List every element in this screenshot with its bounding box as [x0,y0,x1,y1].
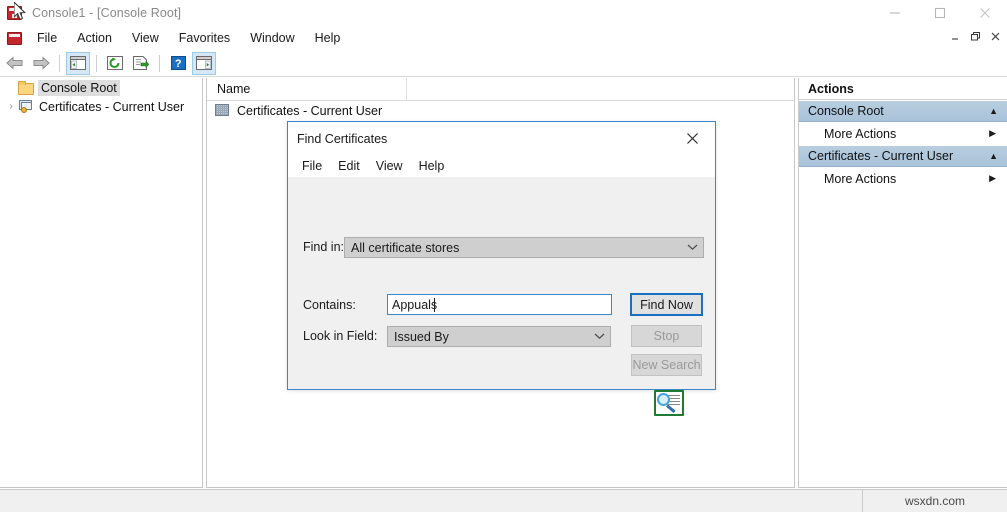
chevron-down-icon [594,332,605,342]
window-title: Console1 - [Console Root] [32,6,182,20]
list-header: Name [207,78,794,101]
menu-help[interactable]: Help [306,28,350,48]
mmc-small-icon [4,29,26,47]
certificate-icon [18,99,34,114]
menu-favorites[interactable]: Favorites [170,28,239,48]
tree-item-label: Certificates - Current User [39,99,185,114]
back-arrow-icon[interactable] [3,52,27,75]
show-hide-action-pane-icon[interactable] [192,51,216,75]
find-in-combobox[interactable]: All certificate stores [344,237,704,258]
chevron-right-icon: ▶ [989,128,996,138]
dialog-menu-view[interactable]: View [368,157,411,175]
minimize-icon[interactable] [872,0,917,26]
refresh-icon[interactable] [103,52,127,75]
new-search-label: New Search [632,358,701,372]
stop-button: Stop [631,325,702,347]
column-header-name[interactable]: Name [207,78,407,101]
look-in-field-label-wrap: Look in Field: [303,329,377,343]
actions-group-console-root[interactable]: Console Root ▲ [799,100,1007,122]
menu-bar: File Action View Favorites Window Help [0,26,1007,50]
find-now-label: Find Now [640,297,693,312]
find-in-label: Find in: [303,240,344,254]
mdi-window-controls [945,27,1005,47]
status-bar-right-text: wsxdn.com [862,489,1007,512]
menu-action[interactable]: Action [68,28,121,48]
export-list-icon[interactable] [129,52,153,75]
dialog-menu-help[interactable]: Help [411,157,453,175]
contains-label-wrap: Contains: [303,298,356,312]
close-icon[interactable] [962,0,1007,26]
show-hide-console-tree-icon[interactable] [66,51,90,75]
actions-group-certificates-current-user[interactable]: Certificates - Current User ▲ [799,145,1007,167]
action-item-more-actions[interactable]: More Actions ▶ [799,122,1007,145]
folder-icon [18,81,34,95]
contains-label: Contains: [303,298,356,312]
look-in-field-label: Look in Field: [303,329,378,343]
contains-input[interactable]: Appuals [387,294,612,315]
chevron-right-icon[interactable]: › [4,101,18,112]
window-controls [872,0,1007,26]
look-in-field-value: Issued By [394,329,449,344]
console-tree-pane: Console Root › Certificates - Current Us… [0,78,203,488]
window-titlebar: Console1 - [Console Root] [0,0,1007,26]
mmc-console-window: Console1 - [Console Root] File Action Vi… [0,0,1007,512]
chevron-right-icon: ▶ [989,173,996,183]
find-certificate-icon [654,390,684,416]
look-in-field-combobox[interactable]: Issued By [387,326,611,347]
chevron-down-icon [687,243,698,253]
find-in-value: All certificate stores [351,240,460,255]
dialog-menu-edit[interactable]: Edit [330,157,368,175]
find-certificates-dialog: Find Certificates File Edit View Help Fi… [287,121,716,416]
dialog-body: Find in: All certificate stores Contains… [288,177,715,416]
dialog-menu-file[interactable]: File [294,157,330,175]
menu-view[interactable]: View [123,28,168,48]
forward-arrow-icon[interactable] [29,52,53,75]
mdi-minimize-icon[interactable] [946,27,965,46]
actions-pane: Actions Console Root ▲ More Actions ▶ Ce… [798,78,1007,488]
tree-item-certificates-current-user[interactable]: › Certificates - Current User [0,97,202,116]
dialog-menubar: File Edit View Help [288,155,715,177]
actions-group-label: Console Root [808,104,884,118]
stop-label: Stop [653,329,680,343]
action-item-label: More Actions [824,126,897,141]
help-icon[interactable]: ? [166,52,190,75]
maximize-icon[interactable] [917,0,962,26]
toolbar-separator [159,54,160,72]
dialog-title: Find Certificates [297,131,388,146]
toolbar-separator [96,54,97,72]
action-item-more-actions[interactable]: More Actions ▶ [799,167,1007,190]
new-search-button: New Search [631,354,702,376]
find-now-button[interactable]: Find Now [630,293,703,316]
chevron-up-icon[interactable]: ▲ [989,151,998,161]
status-bar: wsxdn.com [0,489,1007,512]
dialog-titlebar: Find Certificates [288,122,715,155]
mdi-restore-icon[interactable] [966,27,985,46]
contains-value: Appuals [392,297,438,312]
dialog-close-icon[interactable] [670,124,715,154]
menu-window[interactable]: Window [241,28,303,48]
menu-file[interactable]: File [28,28,66,48]
mmc-icon [4,2,26,24]
list-item[interactable]: Certificates - Current User [207,101,794,121]
actions-pane-title: Actions [799,78,1007,100]
chevron-up-icon[interactable]: ▲ [989,106,998,116]
toolbar: ? [0,50,1007,77]
tree-item-console-root[interactable]: Console Root [0,78,202,97]
text-caret [434,298,435,312]
find-in-label-wrap: Find in: [303,240,344,254]
action-item-label: More Actions [824,171,897,186]
svg-text:?: ? [174,58,181,70]
toolbar-separator [59,54,60,72]
list-item-label: Certificates - Current User [237,104,383,118]
mdi-close-icon[interactable] [986,27,1005,46]
tree-item-label: Console Root [38,79,120,96]
certificate-icon [215,104,231,118]
actions-group-label: Certificates - Current User [808,149,954,163]
